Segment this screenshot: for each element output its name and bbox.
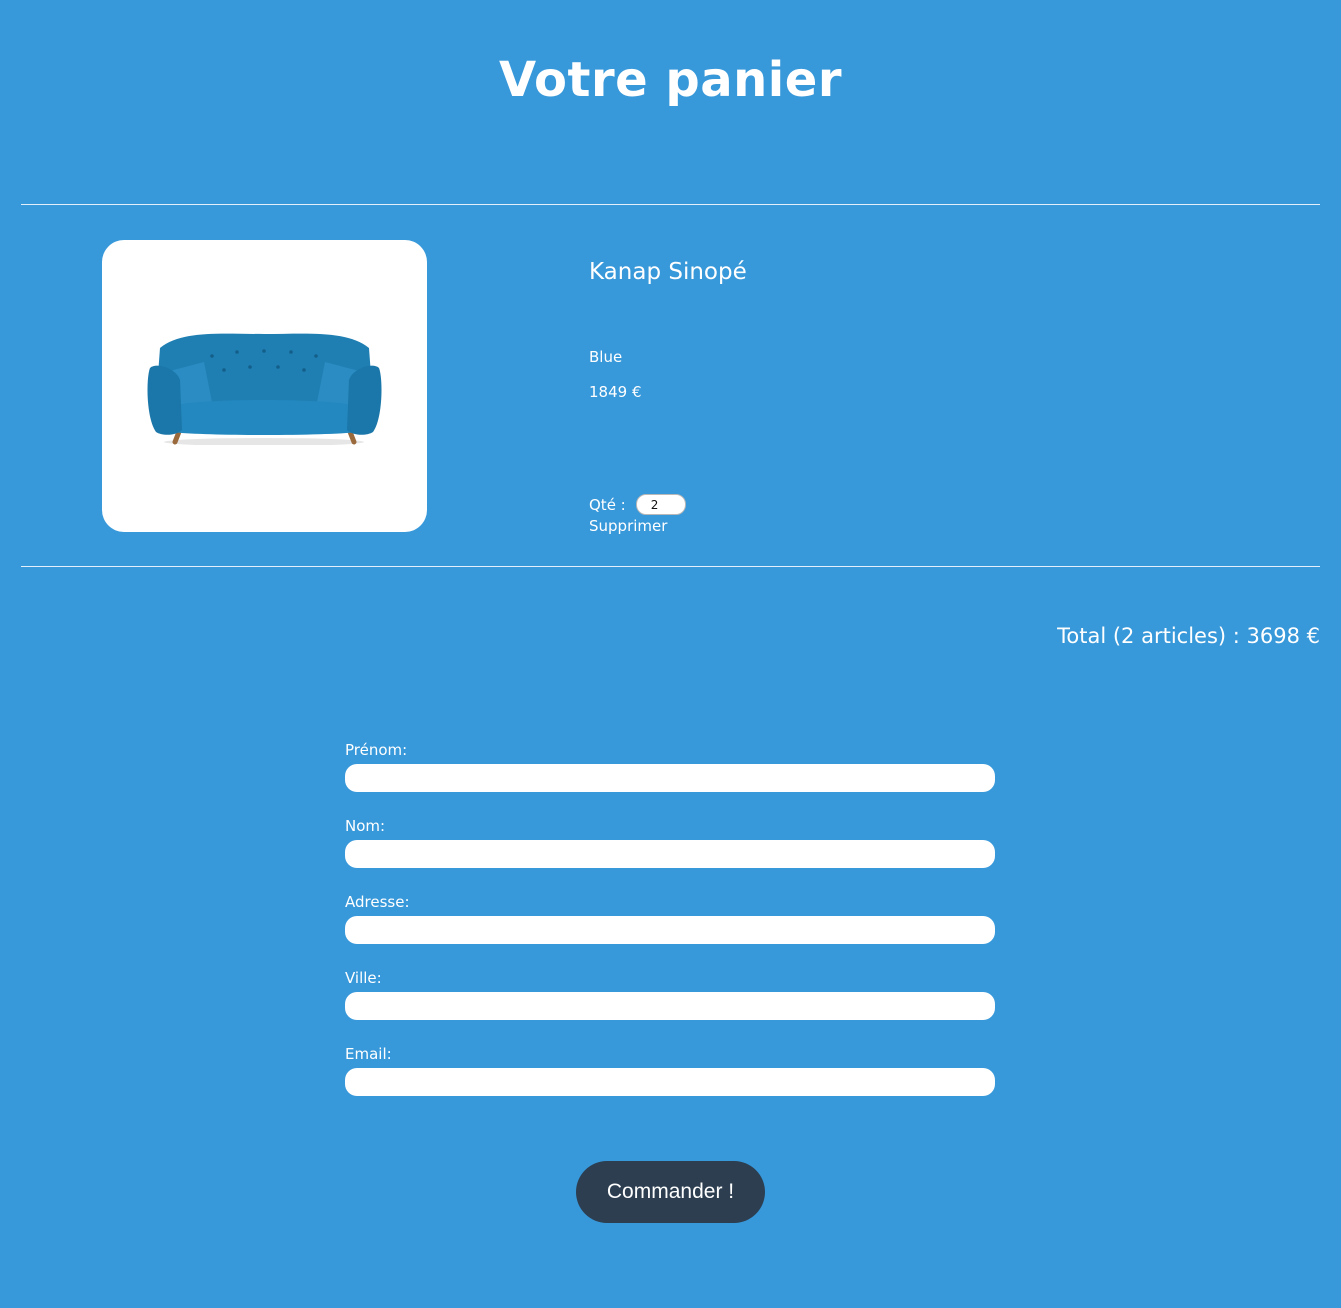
- cart-page: Votre panier Kanap Sinopé Blue 1849 € Qt…: [0, 0, 1341, 1308]
- first-name-input[interactable]: [345, 764, 995, 792]
- product-image: [102, 240, 427, 532]
- order-button[interactable]: Commander !: [576, 1161, 765, 1223]
- email-label: Email:: [345, 1045, 392, 1063]
- sofa-icon: [147, 333, 382, 445]
- divider-bottom: [21, 566, 1320, 567]
- city-label: Ville:: [345, 969, 382, 987]
- product-color: Blue: [589, 348, 623, 366]
- page-title: Votre panier: [499, 52, 842, 108]
- address-field-group: Adresse:: [345, 892, 995, 968]
- email-input[interactable]: [345, 1068, 995, 1096]
- city-input[interactable]: [345, 992, 995, 1020]
- quantity-label: Qté :: [589, 495, 626, 514]
- city-field-group: Ville:: [345, 968, 995, 1044]
- quantity-input[interactable]: [635, 494, 686, 515]
- address-label: Adresse:: [345, 893, 410, 911]
- first-name-label: Prénom:: [345, 741, 408, 759]
- last-name-field-group: Nom:: [345, 816, 995, 892]
- divider-top: [21, 204, 1320, 205]
- delete-item-button[interactable]: Supprimer: [589, 517, 667, 535]
- product-price: 1849 €: [589, 383, 642, 401]
- cart-total: Total (2 articles) : 3698 €: [1057, 624, 1320, 648]
- quantity-row: Qté :: [589, 494, 686, 515]
- product-name: Kanap Sinopé: [589, 259, 747, 285]
- address-input[interactable]: [345, 916, 995, 944]
- first-name-field-group: Prénom:: [345, 740, 995, 816]
- last-name-label: Nom:: [345, 817, 386, 835]
- last-name-input[interactable]: [345, 840, 995, 868]
- order-form: Prénom: Nom: Adresse: Ville: Email:: [345, 740, 995, 1120]
- email-field-group: Email:: [345, 1044, 995, 1120]
